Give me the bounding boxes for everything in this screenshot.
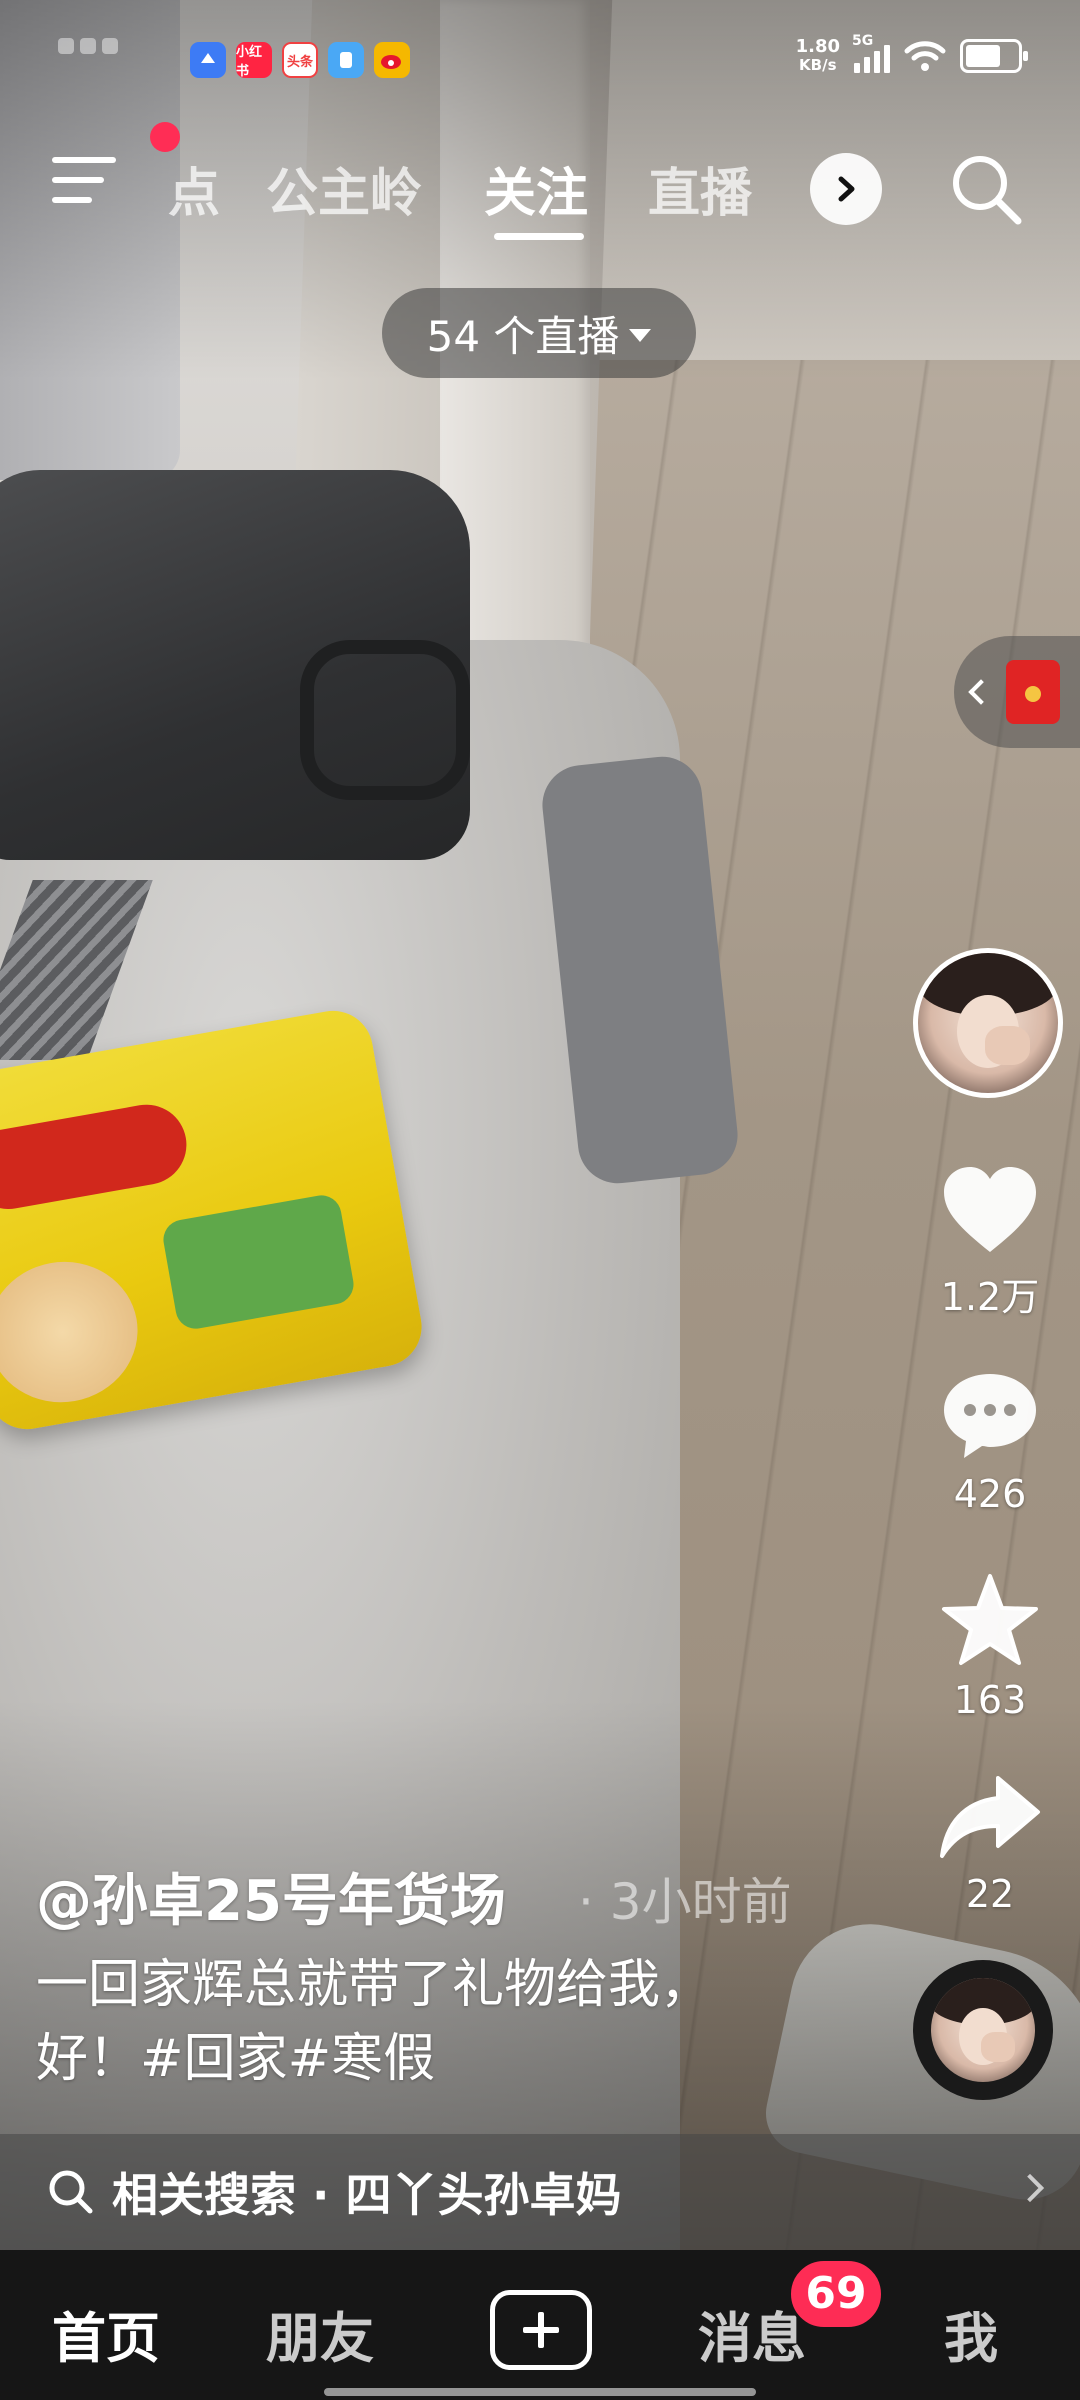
chips-image <box>0 1250 149 1415</box>
network-type: 5G <box>852 33 874 49</box>
caret-down-icon <box>629 328 652 342</box>
network-speed-value: 1.80 <box>795 36 840 57</box>
signal-icon: 5G <box>852 33 890 73</box>
post-caption[interactable]: 一回家辉总就带了礼物给我，好！#回家#寒假 <box>36 1948 736 2096</box>
chips-label <box>160 1192 357 1332</box>
more-tabs-button[interactable] <box>810 153 882 225</box>
home-indicator[interactable] <box>324 2388 756 2396</box>
music-disc-avatar <box>931 1978 1035 2082</box>
related-search-label: 相关搜索 · 四丫头孙卓妈 <box>112 2168 622 2222</box>
chevron-left-icon <box>968 679 994 705</box>
chips-logo-band <box>0 1098 193 1216</box>
favorite-button[interactable]: 163 <box>930 1572 1050 1722</box>
search-button[interactable] <box>944 147 1028 231</box>
video-bag-strap <box>300 640 470 800</box>
red-envelope-icon <box>1006 660 1060 724</box>
network-speed: 1.80 KB/s <box>795 36 840 75</box>
battery-icon <box>960 39 1028 73</box>
menu-icon <box>52 157 116 163</box>
live-count-label: 54 个直播 <box>426 311 620 361</box>
status-bar: 小红书 头条 1.80 KB/s 5G <box>0 0 1080 120</box>
share-count: 22 <box>965 1872 1015 1916</box>
star-icon <box>942 1574 1038 1665</box>
network-speed-unit: KB/s <box>799 56 837 74</box>
comment-icon <box>944 1374 1036 1458</box>
author-name[interactable]: @孙卓25号年货场 <box>36 1856 506 1937</box>
menu-button[interactable] <box>52 157 122 211</box>
weibo-icon <box>374 42 410 78</box>
messages-badge: 69 <box>788 2258 884 2330</box>
status-right: 1.80 KB/s 5G <box>795 33 1028 75</box>
notification-icons: 小红书 头条 <box>190 42 410 79</box>
comment-button[interactable]: 426 <box>930 1368 1050 1516</box>
tab-me[interactable]: 我 <box>944 2294 998 2373</box>
wifi-icon <box>904 41 946 71</box>
tab-friends[interactable]: 朋友 <box>266 2294 374 2373</box>
toutiao-icon: 头条 <box>282 42 318 78</box>
author-avatar[interactable] <box>913 948 1063 1098</box>
active-tab-indicator <box>494 233 584 240</box>
post-time: · 3小时前 <box>578 1873 792 1931</box>
xiaohongshu-icon: 小红书 <box>236 42 272 79</box>
tab-home[interactable]: 首页 <box>52 2294 160 2373</box>
chevron-right-icon <box>838 176 855 202</box>
create-post-button[interactable] <box>490 2290 592 2370</box>
comment-count: 426 <box>953 1472 1027 1516</box>
app-icon-lightblue <box>328 42 364 78</box>
menu-notification-dot <box>150 122 180 152</box>
red-packet-widget[interactable] <box>954 636 1080 748</box>
bottom-tab-bar: 首页 朋友 消息 69 我 <box>0 2250 1080 2400</box>
like-count: 1.2万 <box>940 1275 1040 1319</box>
share-button[interactable]: 22 <box>930 1772 1050 1916</box>
share-icon <box>940 1776 1040 1858</box>
favorite-count: 163 <box>953 1678 1027 1722</box>
app-icon-blue <box>190 42 226 78</box>
heart-icon <box>944 1167 1036 1252</box>
tab-gongzhuling[interactable]: 公主岭 <box>266 151 422 226</box>
music-disc[interactable] <box>913 1960 1053 2100</box>
live-count-pill[interactable]: 54 个直播 <box>382 288 696 378</box>
related-search-bar[interactable]: 相关搜索 · 四丫头孙卓妈 <box>0 2134 1080 2250</box>
search-icon <box>953 156 1022 225</box>
chevron-right-icon <box>1015 2173 1045 2203</box>
like-button[interactable]: 1.2万 <box>930 1164 1050 1321</box>
tab-following[interactable]: 关注 <box>484 151 588 226</box>
status-time-blurred <box>58 38 158 68</box>
tab-partial[interactable]: 点 <box>168 151 220 226</box>
search-icon <box>49 2170 93 2214</box>
tab-live[interactable]: 直播 <box>648 151 752 226</box>
